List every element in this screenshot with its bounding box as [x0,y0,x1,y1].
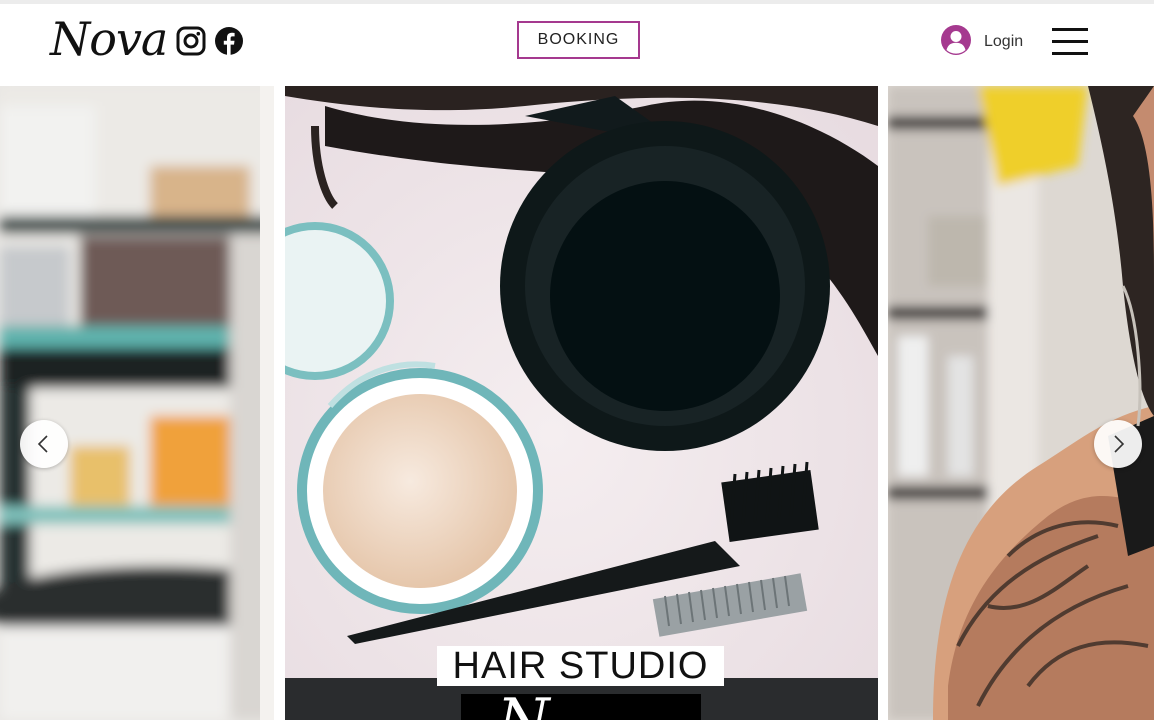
hero-caption-title: HAIR STUDIO [437,645,724,687]
menu-icon[interactable] [1052,28,1088,58]
login-label: Login [984,33,1024,50]
gallery-image-salon-mirror[interactable] [0,86,274,720]
site-logo[interactable]: Nova [50,12,168,66]
site-header: Nova BOOKING Login [0,4,1154,84]
hero-caption-script: N [497,694,550,720]
next-slide-button[interactable] [1094,420,1142,468]
chevron-right-icon [1114,435,1125,453]
booking-button[interactable]: BOOKING [517,21,640,59]
chevron-left-icon [37,435,48,453]
gallery-image-tattooed-client[interactable] [888,86,1154,720]
instagram-icon[interactable] [176,26,206,56]
booking-button-label: BOOKING [537,31,620,48]
user-avatar-icon [940,24,972,60]
gallery-image-hair-tools[interactable] [285,86,878,720]
login-button[interactable]: Login [940,24,1024,60]
facebook-icon[interactable] [214,26,244,56]
image-gallery [0,84,1154,720]
hero-caption-brand: N [461,694,701,720]
prev-slide-button[interactable] [20,420,68,468]
